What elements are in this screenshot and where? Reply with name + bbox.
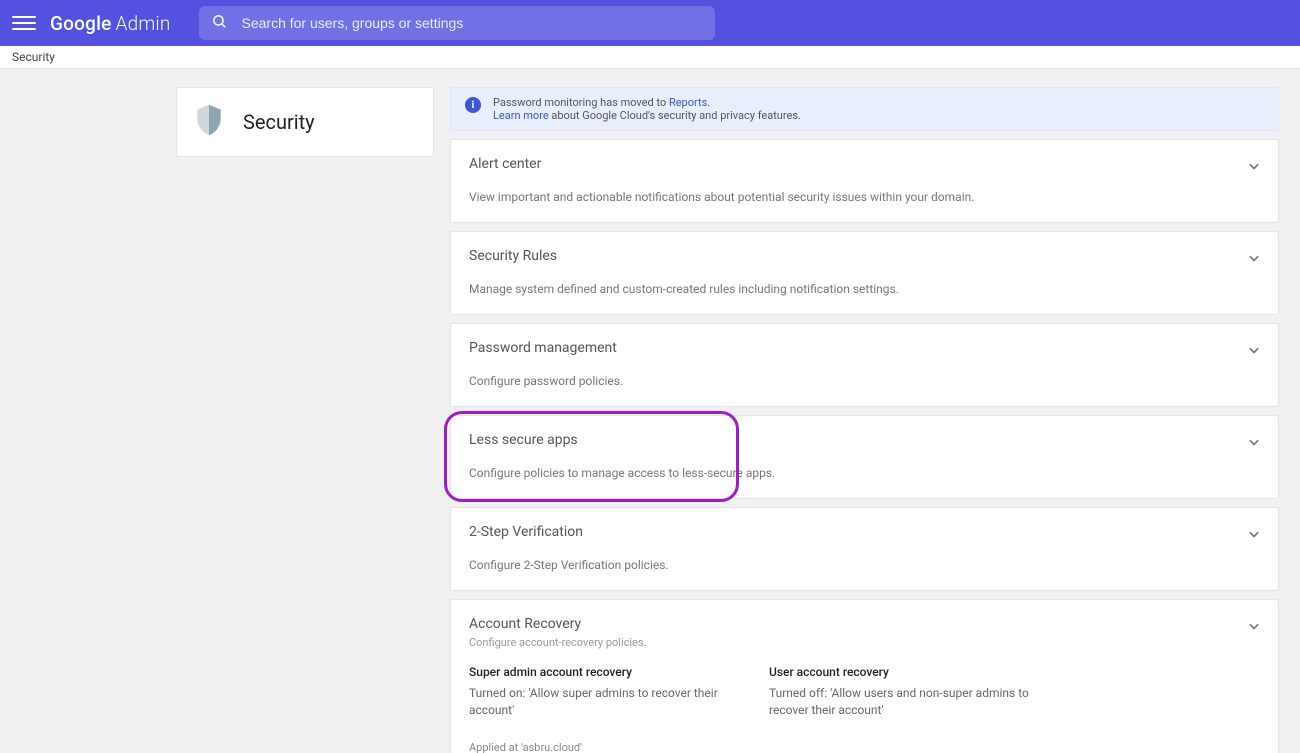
- chevron-down-icon: [1244, 340, 1264, 364]
- main-column: i Password monitoring has moved to Repor…: [450, 87, 1279, 753]
- product-logo[interactable]: Google Admin: [50, 12, 171, 35]
- search-box[interactable]: [199, 6, 715, 40]
- search-input[interactable]: [242, 15, 703, 31]
- recovery-heading: Super admin account recovery: [469, 665, 729, 679]
- panel-title: Account Recovery: [469, 616, 1260, 632]
- info-text: Password monitoring has moved to Reports…: [493, 96, 801, 122]
- page-title: Security: [243, 110, 315, 134]
- search-icon: [211, 13, 228, 34]
- info-banner: i Password monitoring has moved to Repor…: [450, 87, 1279, 131]
- breadcrumb[interactable]: Security: [12, 50, 55, 64]
- logo-primary: Google: [50, 12, 112, 35]
- recovery-col-user: User account recovery Turned off: 'Allow…: [769, 665, 1029, 719]
- learn-more-link[interactable]: Learn more: [493, 109, 549, 122]
- logo-secondary: Admin: [116, 12, 171, 35]
- reports-link[interactable]: Reports: [669, 96, 707, 109]
- highlight-annotation: [444, 411, 739, 502]
- chevron-down-icon: [1244, 156, 1264, 180]
- panel-alert-center[interactable]: Alert center View important and actionab…: [450, 139, 1279, 223]
- panel-desc: Configure 2-Step Verification policies.: [469, 558, 1260, 572]
- chevron-down-icon: [1244, 432, 1264, 456]
- content-stage: Security i Password monitoring has moved…: [0, 69, 1300, 87]
- panel-less-secure-apps[interactable]: Less secure apps Configure policies to m…: [450, 415, 1279, 499]
- panel-title: 2-Step Verification: [469, 524, 1260, 540]
- panel-security-rules[interactable]: Security Rules Manage system defined and…: [450, 231, 1279, 315]
- panel-password-management[interactable]: Password management Configure password p…: [450, 323, 1279, 407]
- panel-title: Password management: [469, 340, 1260, 356]
- breadcrumb-bar: Security: [0, 46, 1300, 69]
- panel-title: Less secure apps: [469, 432, 1260, 448]
- applied-at: Applied at 'asbru.cloud': [469, 741, 1260, 753]
- recovery-body: Turned on: 'Allow super admins to recove…: [469, 685, 729, 719]
- info-icon: i: [465, 97, 481, 113]
- panel-desc: Configure policies to manage access to l…: [469, 466, 1260, 480]
- top-bar: Google Admin: [0, 0, 1300, 46]
- recovery-col-super-admin: Super admin account recovery Turned on: …: [469, 665, 729, 719]
- panel-desc: View important and actionable notificati…: [469, 190, 1260, 204]
- panel-desc: Manage system defined and custom-created…: [469, 282, 1260, 296]
- panel-desc: Configure password policies.: [469, 374, 1260, 388]
- recovery-body: Turned off: 'Allow users and non-super a…: [769, 685, 1029, 719]
- recovery-heading: User account recovery: [769, 665, 1029, 679]
- section-header-card: Security: [176, 87, 434, 157]
- menu-icon[interactable]: [12, 11, 36, 35]
- shield-icon: [195, 103, 223, 141]
- panel-title: Security Rules: [469, 248, 1260, 264]
- recovery-columns: Super admin account recovery Turned on: …: [469, 665, 1260, 719]
- panel-title: Alert center: [469, 156, 1260, 172]
- chevron-down-icon: [1244, 616, 1264, 640]
- panel-two-step-verification[interactable]: 2-Step Verification Configure 2-Step Ver…: [450, 507, 1279, 591]
- chevron-down-icon: [1244, 524, 1264, 548]
- chevron-down-icon: [1244, 248, 1264, 272]
- panel-account-recovery[interactable]: Account Recovery Configure account-recov…: [450, 599, 1279, 753]
- panel-subtitle: Configure account-recovery policies.: [469, 636, 1260, 649]
